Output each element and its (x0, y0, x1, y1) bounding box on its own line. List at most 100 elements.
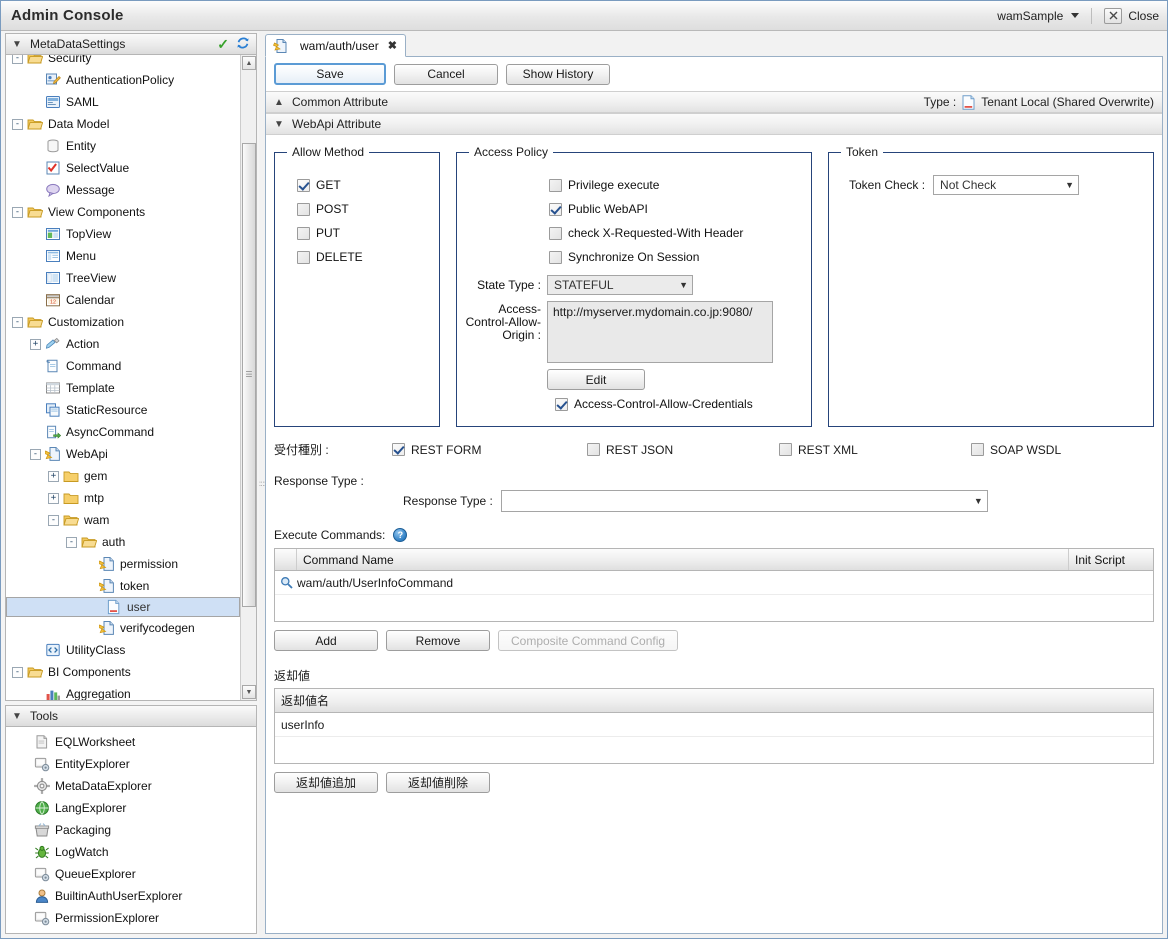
tree-item-mtp[interactable]: + mtp (6, 487, 240, 509)
tools-item-builtinauthuserexplorer[interactable]: BuiltinAuthUserExplorer (6, 885, 256, 907)
tree-item-selectvalue[interactable]: SelectValue (6, 157, 240, 179)
access-policy-row-synchronize-on-session[interactable]: Synchronize On Session (549, 245, 803, 269)
tree-item-command[interactable]: Command (6, 355, 240, 377)
return-values-header[interactable]: 返却値名 (275, 689, 1153, 713)
tab-wam-auth-user[interactable]: wam/auth/user ✖ (265, 34, 406, 57)
collapse-icon[interactable]: - (12, 118, 23, 130)
tools-header[interactable]: ▼ Tools (5, 705, 257, 727)
tools-item-packaging[interactable]: Packaging (6, 819, 256, 841)
tree-item-entity[interactable]: Entity (6, 135, 240, 157)
edit-origin-button[interactable]: Edit (547, 369, 645, 390)
tree-item-menu[interactable]: Menu (6, 245, 240, 267)
tree-item-token[interactable]: token (6, 575, 240, 597)
allow-method-checkbox-delete[interactable] (297, 250, 310, 264)
chevron-down-icon[interactable] (1071, 13, 1080, 18)
tree-item-customization[interactable]: - Customization (6, 311, 240, 333)
remove-command-button[interactable]: Remove (386, 630, 490, 651)
tools-item-langexplorer[interactable]: LangExplorer (6, 797, 256, 819)
close-button-label[interactable]: Close (1128, 9, 1159, 23)
column-command-name[interactable]: Command Name (297, 549, 1069, 570)
chevron-up-icon[interactable]: ▲ (274, 97, 284, 108)
access-policy-checkbox-check-x-requested-with-header[interactable] (549, 226, 562, 240)
webapi-attribute-section-header[interactable]: ▼ WebApi Attribute (266, 113, 1162, 135)
tools-item-logwatch[interactable]: LogWatch (6, 841, 256, 863)
common-attribute-section-header[interactable]: ▲ Common Attribute Type : Tenant Local (… (266, 91, 1162, 113)
response-type-select[interactable]: ▼ (500, 490, 988, 512)
allow-method-row-put[interactable]: PUT (297, 221, 431, 245)
accept-type-checkbox-rest-json[interactable] (587, 443, 600, 456)
add-command-button[interactable]: Add (274, 630, 378, 651)
remove-return-value-button[interactable]: 返却値削除 (386, 772, 490, 793)
allow-method-row-delete[interactable]: DELETE (297, 245, 431, 269)
tools-item-entityexplorer[interactable]: EntityExplorer (6, 753, 256, 775)
chevron-down-icon[interactable]: ▼ (12, 711, 22, 722)
chevron-down-icon[interactable]: ▼ (12, 39, 22, 50)
accept-type-item-rest-json[interactable]: REST JSON (587, 443, 779, 457)
expand-icon[interactable]: + (30, 338, 41, 350)
refresh-icon[interactable] (236, 36, 250, 53)
save-button[interactable]: Save (274, 63, 386, 85)
tree-item-template[interactable]: Template (6, 377, 240, 399)
collapse-icon[interactable]: - (12, 206, 23, 218)
close-icon[interactable]: ✖ (388, 39, 397, 52)
tree-item-data-model[interactable]: - Data Model (6, 113, 240, 135)
scroll-up-button[interactable]: ▲ (242, 56, 256, 70)
tree-item-auth[interactable]: - auth (6, 531, 240, 553)
allow-method-checkbox-post[interactable] (297, 202, 310, 216)
collapse-icon[interactable]: - (66, 536, 77, 548)
accept-type-checkbox-soap-wsdl[interactable] (971, 443, 984, 456)
allow-method-checkbox-put[interactable] (297, 226, 310, 240)
metadata-settings-header[interactable]: ▼ MetaDataSettings ✓ (5, 33, 257, 55)
tree-item-gem[interactable]: + gem (6, 465, 240, 487)
green-check-icon[interactable]: ✓ (217, 36, 229, 53)
tree-item-staticresource[interactable]: StaticResource (6, 399, 240, 421)
collapse-icon[interactable]: - (12, 55, 23, 64)
scrollbar-thumb[interactable]: ☰ (242, 143, 256, 607)
tree-item-action[interactable]: + Action (6, 333, 240, 355)
tree-item-view-components[interactable]: - View Components (6, 201, 240, 223)
tree-item-bi-components[interactable]: - BI Components (6, 661, 240, 683)
tools-item-eqlworksheet[interactable]: EQLWorksheet (6, 731, 256, 753)
table-row[interactable]: userInfo (275, 713, 1153, 737)
accept-type-checkbox-rest-form[interactable] (392, 443, 405, 456)
chevron-down-icon[interactable]: ▼ (274, 119, 284, 130)
expand-icon[interactable]: + (48, 492, 59, 504)
tree-item-treeview[interactable]: TreeView (6, 267, 240, 289)
accept-type-item-rest-xml[interactable]: REST XML (779, 443, 971, 457)
tree-item-calendar[interactable]: 12 Calendar (6, 289, 240, 311)
collapse-icon[interactable]: - (12, 666, 23, 678)
access-policy-row-public-webapi[interactable]: Public WebAPI (549, 197, 803, 221)
tree-item-wam[interactable]: - wam (6, 509, 240, 531)
tree-item-webapi[interactable]: - WebApi (6, 443, 240, 465)
collapse-icon[interactable]: - (12, 316, 23, 328)
tree-item-topview[interactable]: TopView (6, 223, 240, 245)
tree-vertical-scrollbar[interactable]: ▲ ☰ ▼ (240, 55, 256, 700)
accept-type-item-rest-form[interactable]: REST FORM (392, 443, 587, 457)
tree-item-permission[interactable]: permission (6, 553, 240, 575)
add-return-value-button[interactable]: 返却値追加 (274, 772, 378, 793)
access-policy-row-check-x-requested-with-header[interactable]: check X-Requested-With Header (549, 221, 803, 245)
tenant-selector-label[interactable]: wamSample (995, 9, 1065, 23)
expand-icon[interactable]: + (48, 470, 59, 482)
collapse-icon[interactable]: - (48, 514, 59, 526)
tree-item-saml[interactable]: SAML (6, 91, 240, 113)
accept-type-checkbox-rest-xml[interactable] (779, 443, 792, 456)
tree-item-aggregation[interactable]: Aggregation (6, 683, 240, 700)
scroll-down-button[interactable]: ▼ (242, 685, 256, 699)
cancel-button[interactable]: Cancel (394, 63, 498, 85)
tools-item-permissionexplorer[interactable]: PermissionExplorer (6, 907, 256, 929)
show-history-button[interactable]: Show History (506, 63, 610, 85)
access-policy-checkbox-synchronize-on-session[interactable] (549, 250, 562, 264)
access-policy-row-privilege-execute[interactable]: Privilege execute (549, 173, 803, 197)
tree-item-authenticationpolicy[interactable]: AuthenticationPolicy (6, 69, 240, 91)
tree-item-message[interactable]: Message (6, 179, 240, 201)
tree-item-user[interactable]: user (6, 597, 240, 617)
origin-textarea[interactable]: http://myserver.mydomain.co.jp:9080/ (547, 301, 773, 363)
access-policy-checkbox-public-webapi[interactable] (549, 202, 562, 216)
tools-item-queueexplorer[interactable]: QueueExplorer (6, 863, 256, 885)
state-type-select[interactable]: STATEFUL ▼ (547, 275, 693, 295)
close-icon[interactable] (1104, 7, 1123, 24)
accept-type-item-soap-wsdl[interactable]: SOAP WSDL (971, 443, 1061, 457)
allow-credentials-row[interactable]: Access-Control-Allow-Credentials (465, 392, 803, 416)
tree-item-utilityclass[interactable]: UtilityClass (6, 639, 240, 661)
